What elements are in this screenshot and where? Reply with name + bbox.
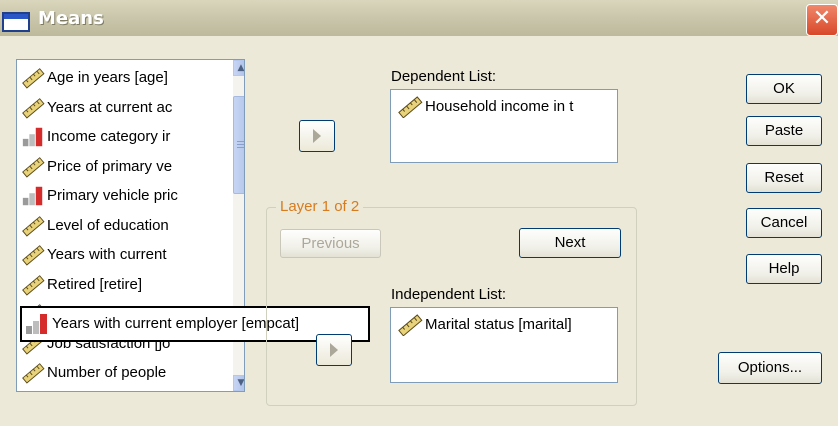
help-button[interactable]: Help [746,254,822,284]
dependent-listbox[interactable]: Household income in t [390,89,618,163]
ruler-icon [397,96,423,119]
ordinal-bars-icon [21,185,45,207]
variable-item[interactable]: Age in years [age] [21,66,168,90]
close-button[interactable]: ✕ [806,4,838,36]
window-title: Means [38,8,104,29]
scroll-down-button[interactable]: ▼ [233,375,244,391]
paste-button[interactable]: Paste [746,116,822,146]
layer-legend: Layer 1 of 2 [276,198,364,215]
variable-item[interactable]: Price of primary ve [21,155,172,179]
ruler-icon [21,97,45,119]
ordinal-bars-icon [24,313,50,335]
dependent-item[interactable]: Household income in t [397,96,574,119]
variable-item-label: Price of primary ve [47,157,173,175]
scroll-up-button[interactable]: ▲ [233,60,244,76]
ruler-icon [397,314,423,337]
variable-item-label: Retired [retire] [47,275,143,293]
ruler-icon [21,156,45,178]
variable-item[interactable]: Retired [retire] [21,273,142,297]
arrow-right-icon [313,129,321,143]
next-button[interactable]: Next [519,228,621,258]
variable-item-label: Years at current ac [47,98,173,116]
ruler-icon [21,215,45,237]
ruler-icon [21,244,45,266]
tooltip-label: Years with current employer [empcat] [52,315,300,332]
variable-item[interactable]: Level of education [21,214,169,238]
ruler-icon [21,67,45,89]
independent-list-label: Independent List: [391,286,507,303]
ordinal-bars-icon [21,126,45,148]
independent-item-label: Marital status [marital] [425,315,572,333]
variable-item[interactable]: Primary vehicle pric [21,184,178,208]
variable-item[interactable]: Years at current ac [21,96,172,120]
scroll-thumb[interactable] [233,96,244,194]
ruler-icon [21,362,45,384]
variable-item-label: Number of people [47,364,167,382]
reset-button[interactable]: Reset [746,163,822,193]
previous-button[interactable]: Previous [280,229,381,258]
move-to-dependent-button[interactable] [299,120,335,152]
variable-item[interactable]: Number of people [21,361,166,385]
variable-item-label: Level of education [47,216,169,234]
variable-item-label: Years with current [47,246,167,264]
variable-item[interactable]: Income category ir [21,125,170,149]
variable-item[interactable]: Years with current [21,243,167,267]
variable-item-label: Primary vehicle pric [47,187,178,205]
independent-item[interactable]: Marital status [marital] [397,314,572,337]
title-bar[interactable]: Means ✕ [0,0,838,36]
dependent-item-label: Household income in t [425,97,574,115]
independent-listbox[interactable]: Marital status [marital] [390,307,618,383]
window-icon [2,12,30,32]
options-button[interactable]: Options... [718,352,822,384]
cancel-button[interactable]: Cancel [746,208,822,238]
variable-item-label: Income category ir [47,128,171,146]
dependent-list-label: Dependent List: [391,68,497,85]
ok-button[interactable]: OK [746,74,822,104]
variable-list[interactable]: Age in years [age] Years at current ac Inc… [16,59,245,392]
ruler-icon [21,274,45,296]
variable-item-label: Age in years [age] [47,69,168,87]
